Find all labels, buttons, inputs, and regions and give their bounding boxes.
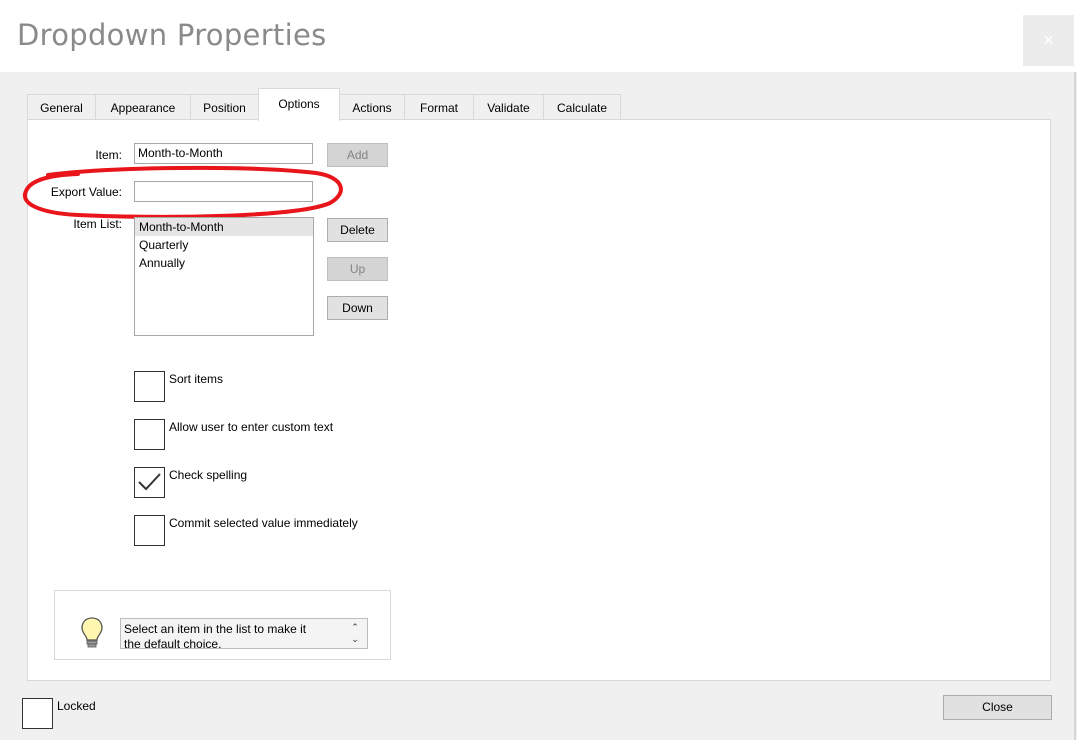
tab-format[interactable]: Format: [404, 94, 474, 120]
up-button[interactable]: Up: [327, 257, 388, 281]
item-label: Item:: [95, 148, 122, 162]
check-spelling-label: Check spelling: [169, 468, 248, 482]
tab-validate[interactable]: Validate: [473, 94, 544, 120]
red-annotation-ellipse: [22, 165, 343, 219]
tab-calculate[interactable]: Calculate: [543, 94, 621, 120]
close-button[interactable]: Close: [943, 695, 1052, 720]
sort-items-label: Sort items: [169, 372, 224, 386]
locked-label: Locked: [57, 699, 96, 713]
down-button[interactable]: Down: [327, 296, 388, 320]
list-item[interactable]: Annually: [135, 254, 313, 272]
sort-items-checkbox[interactable]: [134, 371, 165, 402]
dialog-title: Dropdown Properties: [17, 18, 327, 52]
hint-text: Select an item in the list to make it th…: [124, 622, 307, 651]
custom-text-label: Allow user to enter custom text: [169, 420, 334, 434]
tab-options[interactable]: Options: [258, 88, 340, 121]
dialog-title-bar: Dropdown Properties ×: [0, 0, 1077, 72]
commit-value-checkbox[interactable]: [134, 515, 165, 546]
locked-checkbox[interactable]: [22, 698, 53, 729]
custom-text-checkbox[interactable]: [134, 419, 165, 450]
scroll-up-icon[interactable]: ⌃: [349, 621, 361, 633]
scroll-down-icon[interactable]: ⌄: [349, 633, 361, 645]
tab-appearance[interactable]: Appearance: [95, 94, 191, 120]
delete-button[interactable]: Delete: [327, 218, 388, 242]
commit-value-label: Commit selected value immediately: [169, 516, 358, 530]
check-icon: [138, 473, 161, 491]
list-item[interactable]: Month-to-Month: [135, 218, 313, 236]
list-item[interactable]: Quarterly: [135, 236, 313, 254]
window-border: [1074, 72, 1076, 740]
hint-textbox: Select an item in the list to make it th…: [120, 618, 368, 651]
hint-scroll-arrows[interactable]: ⌃ ⌄: [349, 621, 361, 645]
window-close-button[interactable]: ×: [1023, 15, 1074, 66]
check-spelling-checkbox[interactable]: [134, 467, 165, 498]
tab-actions[interactable]: Actions: [339, 94, 405, 120]
tab-position[interactable]: Position: [190, 94, 259, 120]
item-listbox[interactable]: Month-to-Month Quarterly Annually: [134, 217, 314, 336]
lightbulb-icon: [81, 617, 103, 648]
item-input[interactable]: Month-to-Month: [134, 143, 313, 164]
tab-general[interactable]: General: [27, 94, 96, 120]
item-list-label: Item List:: [73, 217, 122, 231]
